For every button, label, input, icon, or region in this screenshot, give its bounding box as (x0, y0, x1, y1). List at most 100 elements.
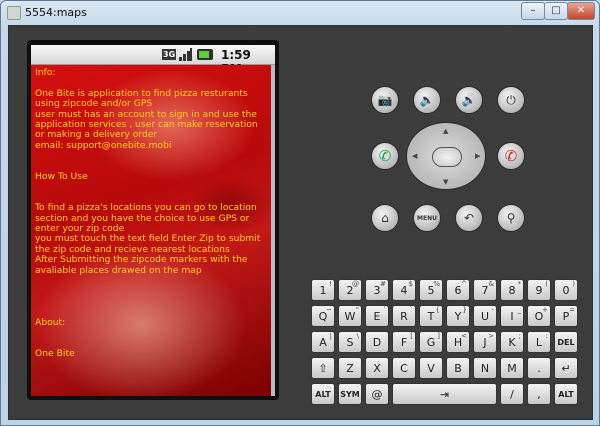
dpad-left-icon[interactable]: ◀ (412, 152, 417, 160)
key-k0-3[interactable]: 4 $ (392, 279, 416, 301)
signal-icon (179, 48, 193, 61)
key-k0-2[interactable]: 3 # (365, 279, 389, 301)
key-k1-0[interactable]: Q ~ (311, 305, 335, 327)
key-k2-6[interactable]: J > (473, 331, 497, 353)
key-k2-0[interactable]: A | (311, 331, 335, 353)
key-k3-2[interactable]: X (365, 357, 389, 379)
key-alt-label: # (380, 280, 386, 288)
key-alt-label: ] (437, 332, 440, 340)
dpad-down-icon[interactable]: ▼ (443, 178, 448, 186)
key-alt-label: * (517, 280, 522, 288)
key-label: X (373, 362, 381, 375)
key-k1-5[interactable]: Y} (446, 305, 470, 327)
key-alt-label: ) (572, 280, 575, 288)
info-content[interactable]: Info: One Bite is application to find piz… (31, 65, 275, 396)
key-k0-6[interactable]: 7 & (473, 279, 497, 301)
close-button[interactable]: ✕ (567, 2, 595, 20)
key-k3-9[interactable]: ↵ (554, 357, 578, 379)
key-k1-3[interactable]: R ` (392, 305, 416, 327)
power-button[interactable]: ⏻ (497, 86, 525, 114)
key-space[interactable]: ⇥ (392, 383, 497, 405)
end-call-icon: ✆ (504, 147, 518, 165)
hardware-controls: 📷 🔉 🔊 ⏻ ✆ ▲ ▼ ◀ ▶ ✆ ⌂ MENU ↶ ⚲ (291, 40, 586, 260)
title-bar[interactable]: 5554:maps – □ ✕ (1, 1, 600, 25)
key-k1-2[interactable]: E ´ (365, 305, 389, 327)
key-k1-8[interactable]: O + (527, 305, 551, 327)
key-k3-3[interactable]: C (392, 357, 416, 379)
key-k1-7[interactable]: I _ (500, 305, 524, 327)
key-label: , (537, 388, 541, 401)
camera-button[interactable]: 📷 (371, 86, 399, 114)
key-k2-3[interactable]: F[ (392, 331, 416, 353)
key-k3-7[interactable]: M (500, 357, 524, 379)
key-k0-7[interactable]: 8 * (500, 279, 524, 301)
key-k0-9[interactable]: 0) (554, 279, 578, 301)
key-k3-6[interactable]: N (473, 357, 497, 379)
key-k0-5[interactable]: 6 ^ (446, 279, 470, 301)
key-k2-5[interactable]: H < (446, 331, 470, 353)
key-k2-7[interactable]: K; (500, 331, 524, 353)
info-line: Info: (35, 67, 56, 78)
end-call-button[interactable]: ✆ (497, 142, 525, 170)
key-k0-1[interactable]: 2 @ (338, 279, 362, 301)
key-alt-right[interactable]: ALT (554, 383, 578, 405)
key-k2-8[interactable]: L: (527, 331, 551, 353)
key-k1-9[interactable]: P = (554, 305, 578, 327)
key-label: D (372, 336, 382, 349)
back-button[interactable]: ↶ (455, 204, 483, 232)
app-icon (7, 6, 21, 20)
key-k2-4[interactable]: G] (419, 331, 443, 353)
key-k3-1[interactable]: Z (338, 357, 362, 379)
phone-screen[interactable]: 3G 1:59 PM Info:One Bite is application … (31, 45, 275, 396)
key-alt-left[interactable]: ALT (311, 383, 335, 405)
key-label: K (508, 336, 516, 349)
dpad-right-icon[interactable]: ▶ (475, 152, 480, 160)
key-comma[interactable]: , (527, 383, 551, 405)
key-alt-label: ´ (382, 306, 387, 314)
key-k3-4[interactable]: V (419, 357, 443, 379)
key-alt-label: : (545, 332, 548, 340)
volume-up-icon: 🔊 (461, 93, 477, 107)
dpad[interactable]: ▲ ▼ ◀ ▶ (406, 122, 486, 190)
key-k0-8[interactable]: 9( (527, 279, 551, 301)
key-slash[interactable]: / (500, 383, 524, 405)
dpad-center-button[interactable] (432, 147, 462, 167)
key-k0-0[interactable]: 1! (311, 279, 335, 301)
key-k3-5[interactable]: B (446, 357, 470, 379)
maximize-button[interactable]: □ (544, 2, 568, 20)
key-sym[interactable]: SYM (338, 383, 362, 405)
key-label: DEL (557, 338, 575, 347)
dpad-up-icon[interactable]: ▲ (443, 127, 448, 135)
scrollbar[interactable] (271, 65, 275, 396)
key-alt-label: + (542, 306, 548, 314)
search-button[interactable]: ⚲ (497, 204, 525, 232)
home-button[interactable]: ⌂ (371, 204, 399, 232)
key-k3-0[interactable]: ⇧ (311, 357, 335, 379)
key-at[interactable]: @ (365, 383, 389, 405)
key-k1-6[interactable]: U- (473, 305, 497, 327)
key-alt-label: _ (517, 306, 522, 314)
key-k2-1[interactable]: S \ (338, 331, 362, 353)
key-label: M (507, 362, 517, 375)
key-label: 7 (481, 284, 489, 297)
key-label: . (537, 362, 541, 375)
key-alt-label: - (491, 306, 494, 314)
key-k2-2[interactable]: D (365, 331, 389, 353)
key-label: J (483, 336, 487, 349)
call-button[interactable]: ✆ (371, 142, 399, 170)
volume-up-button[interactable]: 🔊 (455, 86, 483, 114)
volume-down-button[interactable]: 🔉 (413, 86, 441, 114)
key-k0-4[interactable]: 5% (419, 279, 443, 301)
minimize-button[interactable]: – (521, 2, 545, 20)
menu-button[interactable]: MENU (413, 204, 441, 232)
key-label: W (344, 310, 356, 323)
key-k1-4[interactable]: T{ (419, 305, 443, 327)
key-k3-8[interactable]: . (527, 357, 551, 379)
camera-icon: 📷 (377, 93, 393, 107)
key-del[interactable]: DEL (554, 331, 578, 353)
key-alt-label: } (462, 306, 467, 314)
key-k1-1[interactable]: W " (338, 305, 362, 327)
key-label: / (510, 388, 514, 401)
key-label: E (373, 310, 381, 323)
info-line: About: (35, 316, 66, 328)
